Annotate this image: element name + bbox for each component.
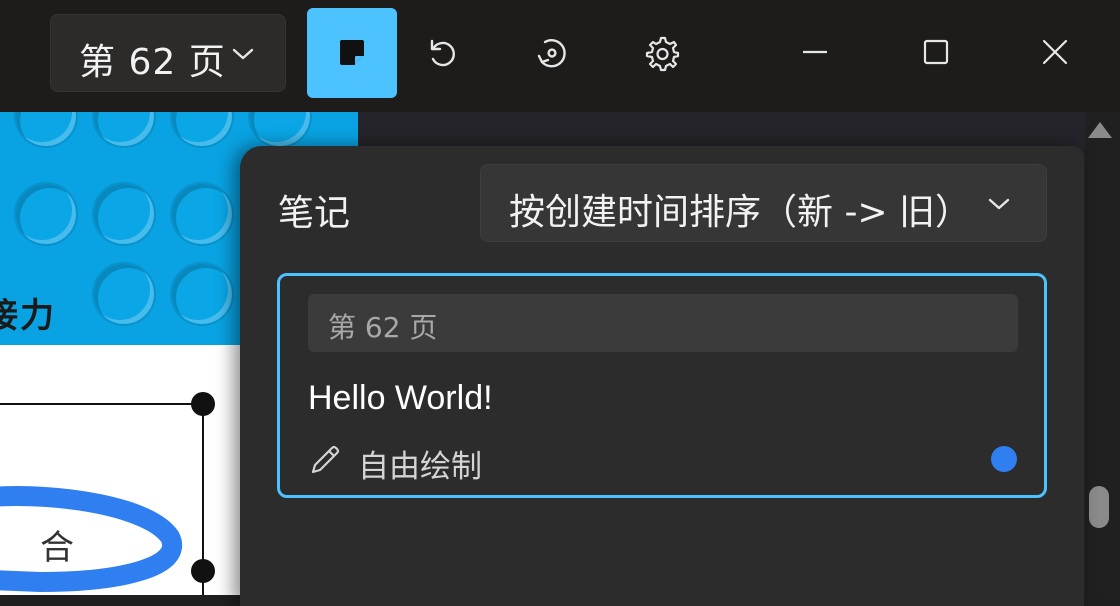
scrollbar-thumb[interactable] [1089, 486, 1109, 528]
note-color-dot [991, 446, 1017, 472]
title-bar: 第 62 页 [0, 0, 1120, 112]
note-card[interactable]: 第 62 页 Hello World! 自由绘制 [277, 273, 1047, 498]
sticky-note-icon [340, 40, 364, 65]
minimize-icon [803, 50, 827, 54]
note-type-label: 自由绘制 [358, 449, 482, 485]
notes-panel-title: 笔记 [278, 193, 351, 234]
redo-button[interactable] [507, 8, 597, 98]
rotate-icon [537, 39, 566, 68]
settings-button[interactable] [617, 8, 707, 98]
close-button[interactable] [1025, 20, 1085, 84]
note-page-tag[interactable]: 第 62 页 [308, 294, 1018, 352]
gear-icon [645, 36, 680, 72]
page-selector[interactable]: 第 62 页 [50, 14, 286, 92]
page-selector-label: 第 62 页 [79, 42, 226, 83]
undo-icon [430, 39, 455, 67]
undo-button[interactable] [397, 8, 487, 98]
note-content: Hello World! [308, 379, 493, 417]
document-character: 合 [40, 528, 74, 568]
close-icon [1042, 39, 1068, 65]
freehand-stroke[interactable] [0, 486, 183, 593]
notes-button[interactable] [307, 8, 397, 98]
maximize-button[interactable] [906, 20, 966, 84]
minimize-button[interactable] [785, 20, 845, 84]
scroll-up-arrow-icon[interactable] [1088, 122, 1112, 138]
notes-panel: 笔记 按创建时间排序（新 -> 旧） 第 62 页 Hello World! 自… [240, 146, 1084, 606]
note-page-label: 第 62 页 [328, 311, 438, 344]
chevron-down-icon [232, 48, 254, 60]
resize-handle-right[interactable] [191, 559, 215, 583]
resize-handle-top-right[interactable] [191, 392, 215, 416]
pencil-icon [311, 445, 340, 474]
sort-order-value: 按创建时间排序（新 -> 旧） [509, 192, 972, 233]
maximize-icon [923, 39, 949, 65]
sort-order-dropdown[interactable]: 按创建时间排序（新 -> 旧） [480, 164, 1047, 242]
chevron-down-icon [988, 198, 1010, 210]
